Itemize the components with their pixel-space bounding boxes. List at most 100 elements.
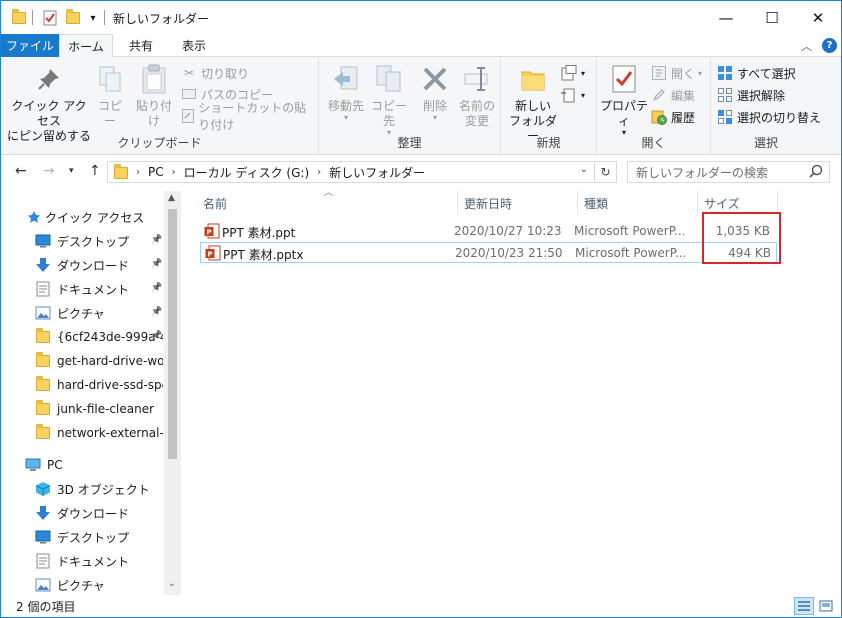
select-none-label: 選択解除 — [737, 88, 786, 103]
nav-scrollbar[interactable]: ▲ ⌄ — [164, 191, 181, 595]
nav-quick-item[interactable]: ダウンロード — [35, 254, 163, 276]
pin-icon[interactable]: 📌 — [151, 235, 162, 245]
help-icon[interactable]: ? — [822, 38, 837, 53]
minimize-button[interactable]: — — [703, 1, 749, 34]
nav-item-label: network-external-ha — [57, 426, 163, 440]
file-row[interactable]: P PPT 素材.ppt 2020/10/27 10:23 Microsoft Pow… — [200, 221, 777, 242]
pin-icon[interactable]: 📌 — [151, 307, 162, 317]
title-bar: ▾ 新しいフォルダー — ☐ ✕ — [1, 1, 841, 34]
search-icon[interactable] — [809, 164, 823, 181]
up-arrow-icon[interactable]: ↑ — [89, 163, 101, 179]
new-item-button[interactable]: ▾ — [561, 63, 585, 83]
forward-arrow-icon[interactable]: → — [43, 163, 55, 179]
paste-shortcut-button[interactable]: ショートカットの貼り付け — [181, 101, 318, 132]
delete-x-icon — [419, 63, 451, 95]
edit-icon — [651, 87, 667, 103]
nav-quick-item[interactable]: ピクチャ — [35, 302, 163, 324]
nav-item-label: ダウンロード — [57, 258, 130, 273]
address-row: ← → ▾ ↑ › PC › ローカル ディスク (G:) › 新しいフォルダー… — [1, 156, 841, 189]
scroll-down-icon[interactable]: ⌄ — [168, 579, 176, 589]
back-arrow-icon[interactable]: ← — [15, 163, 27, 179]
nav-pc-item[interactable]: ダウンロード — [35, 502, 163, 524]
invert-selection-button[interactable]: 選択の切り替え — [717, 107, 821, 127]
nav-quick-item[interactable]: ドキュメント — [35, 278, 163, 300]
column-name[interactable]: 名前 — [203, 191, 227, 215]
nav-item-label: ピクチャ — [57, 306, 105, 321]
cut-button[interactable]: ✂ 切り取り — [181, 63, 249, 83]
address-dropdown-icon[interactable]: ⌄ — [580, 164, 588, 175]
pin-quick-access-button[interactable]: クイック アクセス にピン留めする — [7, 63, 91, 144]
select-none-button[interactable]: 選択解除 — [717, 85, 785, 105]
column-modified[interactable]: 更新日時 — [464, 191, 512, 215]
maximize-button[interactable]: ☐ — [749, 1, 795, 34]
folder-icon — [114, 163, 128, 179]
collapse-ribbon-icon[interactable]: ︿ — [801, 38, 812, 54]
open-dropdown-icon: ▾ — [698, 68, 703, 78]
nav-pc[interactable]: PC — [25, 454, 63, 476]
close-button[interactable]: ✕ — [795, 1, 841, 34]
breadcrumb-folder[interactable]: 新しいフォルダー — [329, 164, 425, 181]
open-group: プロパティ ▾ 開く ▾ 編集 履歴 開く — [597, 57, 711, 155]
edit-button[interactable]: 編集 — [651, 85, 695, 105]
breadcrumb-drive[interactable]: ローカル ディスク (G:) — [184, 164, 310, 181]
folder-icon — [35, 328, 51, 345]
history-button[interactable]: 履歴 — [651, 107, 695, 127]
nav-quick-item[interactable]: デスクトップ — [35, 230, 163, 252]
easy-access-button[interactable]: ▾ — [561, 85, 585, 105]
large-icons-view-icon[interactable] — [816, 597, 836, 615]
nav-pc-item[interactable]: デスクトップ — [35, 526, 163, 548]
item-count: 2 個の項目 — [16, 600, 76, 614]
cut-label: 切り取り — [201, 66, 250, 81]
nav-pc-item[interactable]: ピクチャ — [35, 574, 163, 595]
breadcrumb-pc[interactable]: PC — [148, 165, 164, 179]
copy-button[interactable]: コピー — [93, 63, 127, 129]
nav-quick-item[interactable]: junk-file-cleaner — [35, 398, 163, 420]
tab-share[interactable]: 共有 — [117, 34, 165, 57]
scrollbar-thumb[interactable] — [168, 209, 177, 459]
customize-quick-access-icon[interactable]: ▾ — [87, 9, 99, 27]
powerpoint-file-icon: P — [205, 245, 221, 261]
nav-quick-access[interactable]: クイック アクセス — [27, 206, 144, 228]
new-folder-icon — [517, 63, 549, 95]
tab-home[interactable]: ホーム — [59, 34, 113, 58]
properties-quick-icon[interactable] — [41, 9, 59, 27]
tab-file[interactable]: ファイル — [1, 34, 59, 57]
address-bar[interactable]: › PC › ローカル ディスク (G:) › 新しいフォルダー ⌄ ↻ — [107, 161, 617, 183]
details-view-icon[interactable] — [794, 597, 814, 615]
search-input[interactable]: 新しいフォルダーの検索 — [627, 161, 830, 183]
invert-selection-label: 選択の切り替え — [737, 110, 822, 125]
file-row[interactable]: P PPT 素材.pptx 2020/10/23 21:50 Microsoft Po… — [200, 242, 777, 263]
nav-pc-item[interactable]: 3D オブジェクト — [35, 478, 163, 500]
pin-icon[interactable]: 📌 — [151, 283, 162, 293]
nav-pc-item[interactable]: ドキュメント — [35, 550, 163, 572]
recent-locations-icon[interactable]: ▾ — [69, 166, 74, 176]
scroll-up-icon[interactable]: ▲ — [168, 193, 175, 203]
nav-quick-item[interactable]: network-external-ha — [35, 422, 163, 444]
refresh-icon[interactable]: ↻ — [594, 162, 616, 182]
organize-group-label: 整理 — [397, 136, 422, 150]
properties-button[interactable]: プロパティ ▾ — [599, 63, 649, 137]
open-button[interactable]: 開く ▾ — [651, 63, 702, 83]
rename-button[interactable]: 名前の 変更 — [455, 63, 499, 129]
select-all-button[interactable]: すべて選択 — [717, 63, 796, 83]
delete-button[interactable]: 削除 ▾ — [417, 63, 453, 122]
column-type[interactable]: 種類 — [584, 191, 608, 215]
nav-quick-item[interactable]: {6cf243de-999a-4e — [35, 326, 163, 348]
pin-icon[interactable]: 📌 — [151, 259, 162, 269]
move-to-button[interactable]: 移動先 ▾ — [323, 63, 369, 122]
tab-view[interactable]: 表示 — [169, 34, 219, 57]
desktop-icon — [35, 529, 51, 545]
pin-icon[interactable]: 📌 — [151, 331, 162, 341]
nav-quick-item[interactable]: get-hard-drive-work — [35, 350, 163, 372]
scissors-icon: ✂ — [183, 66, 195, 80]
new-item-dropdown-icon: ▾ — [581, 68, 586, 78]
folder-icon — [35, 400, 51, 417]
new-folder-quick-icon[interactable] — [65, 9, 81, 27]
3d-objects-icon — [35, 481, 51, 497]
clipboard-icon — [138, 63, 170, 95]
nav-quick-item[interactable]: hard-drive-ssd-speed — [35, 374, 163, 396]
new-folder-button[interactable]: 新しい フォルダー — [509, 63, 557, 144]
paste-button[interactable]: 貼り付け — [131, 63, 177, 129]
copy-to-button[interactable]: コピー先 ▾ — [367, 63, 411, 137]
sort-ascending-icon: ︿ — [324, 188, 334, 198]
